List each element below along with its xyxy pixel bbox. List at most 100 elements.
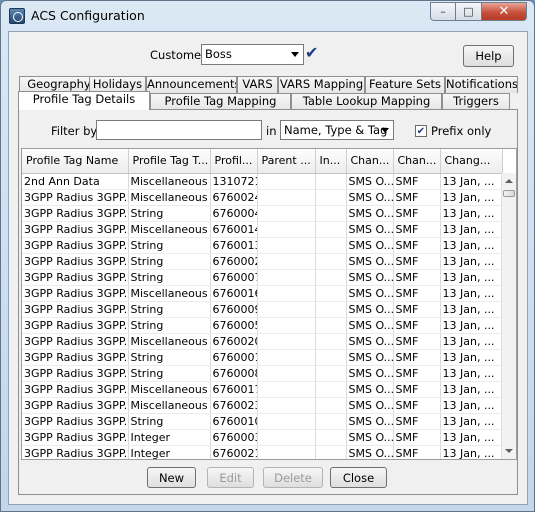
app-config-icon — [9, 8, 25, 24]
minimize-icon: – — [440, 5, 446, 18]
table-cell: 3GPP Radius 3GPP... — [22, 269, 129, 286]
column-header[interactable]: Profile Tag T... — [128, 149, 211, 174]
table-cell: 3GPP Radius 3GPP... — [22, 317, 129, 334]
checkmark-icon: ✔ — [305, 43, 319, 62]
table-row[interactable]: 3GPP Radius 3GPP... Miscellaneous 6760024 S… — [22, 189, 503, 206]
tab-feature-sets[interactable]: Feature Sets — [365, 76, 445, 93]
table-row[interactable]: 3GPP Radius 3GPP... String 6760008 SMS O...… — [22, 365, 503, 382]
table-row[interactable]: 3GPP Radius 3GPP... String 6760013 SMS O...… — [22, 237, 503, 254]
table-cell: SMS O... — [346, 285, 394, 302]
column-header[interactable]: Chan... — [393, 149, 441, 174]
table-cell: 13 Jan, ... — [440, 269, 503, 286]
table-row[interactable]: 3GPP Radius 3GPP... String 6760002 SMS O...… — [22, 253, 503, 270]
tab-triggers[interactable]: Triggers — [442, 93, 510, 110]
table-cell: 13 Jan, ... — [440, 221, 503, 238]
scroll-thumb[interactable] — [503, 190, 515, 197]
tab-profile-tag-mapping[interactable]: Profile Tag Mapping — [150, 93, 291, 110]
tab-profile-tag-details[interactable]: Profile Tag Details — [18, 91, 150, 110]
table-cell — [315, 253, 347, 270]
column-header[interactable]: Profile Tag Name — [22, 149, 129, 174]
table-cell — [257, 301, 316, 318]
table-row[interactable]: 3GPP Radius 3GPP... String 6760009 SMS O...… — [22, 301, 503, 318]
delete-button[interactable]: Delete — [263, 467, 323, 488]
filter-field-value: Name, Type & Tag — [284, 123, 388, 137]
table-cell: 13 Jan, ... — [440, 253, 503, 270]
profile-tag-table: Profile Tag Name Profile Tag T... Profil..… — [21, 148, 517, 460]
vertical-scrollbar[interactable] — [501, 173, 516, 459]
table-row[interactable]: 3GPP Radius 3GPP... String 6760007 SMS O...… — [22, 269, 503, 286]
table-body: 2nd Ann Data Miscellaneous 1310721 SMS O...… — [22, 173, 503, 459]
table-cell: 6760024 — [210, 189, 258, 206]
filter-input[interactable] — [96, 120, 262, 140]
table-row[interactable]: 3GPP Radius 3GPP... String 6760004 SMS O...… — [22, 205, 503, 222]
table-cell: 3GPP Radius 3GPP... — [22, 365, 129, 382]
table-cell — [315, 221, 347, 238]
table-cell: SMF — [393, 221, 441, 238]
table-cell: SMS O... — [346, 317, 394, 334]
column-header[interactable]: Profil... — [210, 149, 258, 174]
table-cell — [257, 221, 316, 238]
table-row[interactable]: 3GPP Radius 3GPP... String 6760005 SMS O...… — [22, 317, 503, 334]
table-cell — [315, 429, 347, 446]
table-row[interactable]: 3GPP Radius 3GPP... String 6760010 SMS O...… — [22, 413, 503, 430]
table-cell: SMF — [393, 317, 441, 334]
close-button[interactable]: Close — [330, 467, 387, 488]
column-header[interactable]: Parent ... — [257, 149, 316, 174]
close-window-button[interactable]: ✕ — [482, 2, 527, 21]
table-cell: SMF — [393, 445, 441, 459]
table-cell: 13 Jan, ... — [440, 381, 503, 398]
table-cell — [257, 285, 316, 302]
prefix-only-checkbox[interactable]: ✔ — [415, 125, 427, 137]
tab-vars[interactable]: VARS — [237, 76, 278, 93]
new-button[interactable]: New — [147, 467, 196, 488]
table-row[interactable]: 3GPP Radius 3GPP... String 6760001 SMS O...… — [22, 349, 503, 366]
help-button[interactable]: Help — [463, 45, 514, 67]
table-cell — [257, 333, 316, 350]
scroll-down-icon[interactable] — [505, 449, 513, 453]
filter-field-select[interactable]: Name, Type & Tag — [280, 120, 394, 140]
customer-select[interactable]: Boss — [201, 44, 304, 65]
column-header[interactable]: In... — [315, 149, 347, 174]
table-cell — [315, 189, 347, 206]
table-cell: SMF — [393, 365, 441, 382]
minimize-button[interactable]: – — [430, 2, 456, 21]
table-cell — [257, 173, 316, 190]
table-cell: SMS O... — [346, 365, 394, 382]
table-row[interactable]: 3GPP Radius 3GPP... Integer 6760003 SMS O..… — [22, 429, 503, 446]
table-cell: SMF — [393, 237, 441, 254]
table-cell: 3GPP Radius 3GPP... — [22, 349, 129, 366]
tab-table-lookup-mapping[interactable]: Table Lookup Mapping — [291, 93, 442, 110]
table-cell: 13 Jan, ... — [440, 189, 503, 206]
tab-notifications[interactable]: Notifications — [445, 76, 518, 93]
table-header: Profile Tag Name Profile Tag T... Profil..… — [22, 149, 503, 174]
table-row[interactable]: 3GPP Radius 3GPP... Miscellaneous 6760020 S… — [22, 333, 503, 350]
table-row[interactable]: 3GPP Radius 3GPP... Miscellaneous 6760017 S… — [22, 381, 503, 398]
table-cell: SMS O... — [346, 333, 394, 350]
table-row[interactable]: 3GPP Radius 3GPP... Miscellaneous 6760023 S… — [22, 397, 503, 414]
table-cell: 13 Jan, ... — [440, 333, 503, 350]
table-row[interactable]: 2nd Ann Data Miscellaneous 1310721 SMS O...… — [22, 173, 503, 190]
column-header[interactable]: Chang... — [440, 149, 503, 174]
tab-vars-mapping[interactable]: VARS Mapping — [278, 76, 365, 93]
title-bar[interactable]: ACS Configuration – □ ✕ — [1, 1, 534, 31]
table-row[interactable]: 3GPP Radius 3GPP... Integer 6760021 SMS O..… — [22, 445, 503, 459]
column-header[interactable]: Chan... — [346, 149, 394, 174]
table-cell — [315, 269, 347, 286]
table-cell: 6760008 — [210, 365, 258, 382]
tab-announcements[interactable]: Announcements — [146, 76, 237, 93]
table-cell: 2nd Ann Data — [22, 173, 129, 190]
table-cell: 13 Jan, ... — [440, 349, 503, 366]
table-row[interactable]: 3GPP Radius 3GPP... Miscellaneous 6760016 S… — [22, 285, 503, 302]
edit-button[interactable]: Edit — [207, 467, 254, 488]
table-cell — [315, 301, 347, 318]
maximize-button[interactable]: □ — [456, 2, 482, 21]
prefix-only-label: Prefix only — [431, 124, 492, 138]
table-cell: 13 Jan, ... — [440, 365, 503, 382]
customer-label: Customer — [150, 48, 206, 62]
scroll-up-icon[interactable] — [505, 179, 513, 183]
table-cell — [257, 205, 316, 222]
table-cell: 13 Jan, ... — [440, 317, 503, 334]
table-row[interactable]: 3GPP Radius 3GPP... Miscellaneous 6760014 S… — [22, 221, 503, 238]
table-cell — [315, 365, 347, 382]
table-cell: 6760007 — [210, 269, 258, 286]
